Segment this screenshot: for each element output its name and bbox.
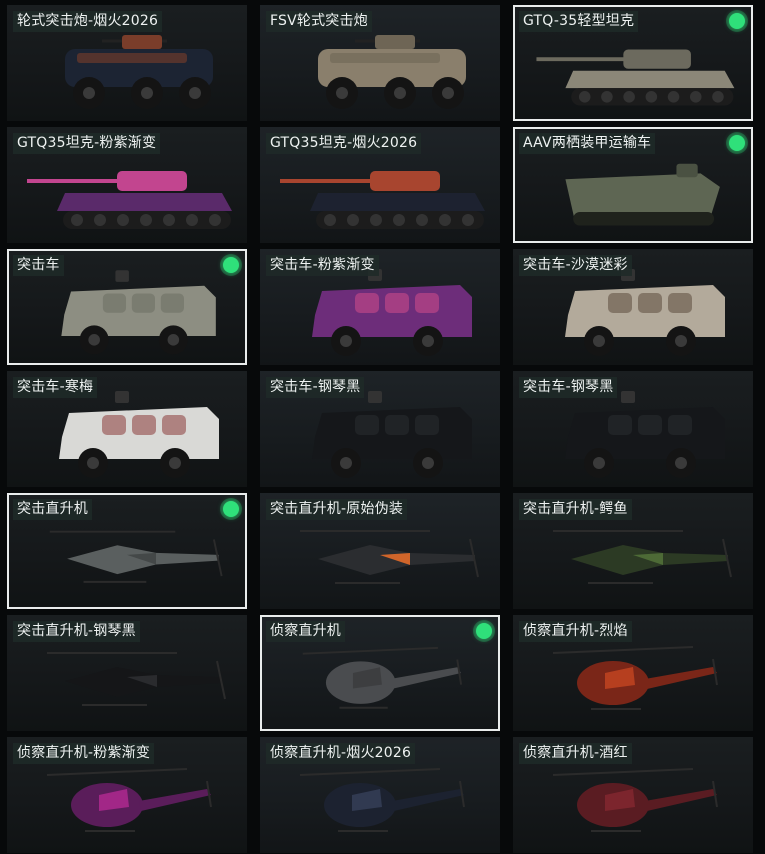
vehicle-card[interactable]: 突击直升机-原始伪装 [260, 493, 500, 609]
vehicle-card[interactable]: AAV两栖装甲运输车 [513, 127, 753, 243]
vehicle-card[interactable]: 突击直升机 [7, 493, 247, 609]
vehicle-card[interactable]: 突击车 [7, 249, 247, 365]
vehicle-card[interactable]: 突击直升机-鳄鱼 [513, 493, 753, 609]
vehicle-card[interactable]: GTQ35坦克-烟火2026 [260, 127, 500, 243]
vehicle-skin-grid: 轮式突击炮-烟火2026 FSV轮式突击炮 GTQ-35轻型坦克 GTQ35坦克-粉紫… [0, 0, 765, 854]
equipped-indicator-icon [476, 623, 492, 639]
equipped-indicator-icon [223, 501, 239, 517]
vehicle-card[interactable]: 侦察直升机-酒红 [513, 737, 753, 853]
vehicle-name: 突击车 [13, 255, 64, 276]
vehicle-card[interactable]: 侦察直升机-烈焰 [513, 615, 753, 731]
vehicle-name: 突击车-粉紫渐变 [266, 255, 379, 276]
vehicle-card[interactable]: GTQ-35轻型坦克 [513, 5, 753, 121]
vehicle-card[interactable]: 侦察直升机-烟火2026 [260, 737, 500, 853]
vehicle-card[interactable]: 突击车-沙漠迷彩 [513, 249, 753, 365]
vehicle-name: FSV轮式突击炮 [266, 11, 372, 32]
vehicle-name: GTQ35坦克-烟火2026 [266, 133, 422, 154]
vehicle-name: 突击车-钢琴黑 [519, 377, 618, 398]
vehicle-name: 突击直升机-原始伪装 [266, 499, 408, 520]
vehicle-name: 侦察直升机-烈焰 [519, 621, 632, 642]
vehicle-card[interactable]: 突击车-钢琴黑 [260, 371, 500, 487]
vehicle-name: 侦察直升机-酒红 [519, 743, 632, 764]
equipped-indicator-icon [223, 257, 239, 273]
vehicle-card[interactable]: 侦察直升机 [260, 615, 500, 731]
vehicle-card[interactable]: 侦察直升机-粉紫渐变 [7, 737, 247, 853]
vehicle-name: 突击直升机-鳄鱼 [519, 499, 632, 520]
vehicle-name: 突击直升机-钢琴黑 [13, 621, 140, 642]
vehicle-card[interactable]: 突击车-钢琴黑 [513, 371, 753, 487]
vehicle-name: 侦察直升机 [266, 621, 345, 642]
vehicle-name: 突击车-钢琴黑 [266, 377, 365, 398]
vehicle-card[interactable]: 突击直升机-钢琴黑 [7, 615, 247, 731]
vehicle-card[interactable]: GTQ35坦克-粉紫渐变 [7, 127, 247, 243]
vehicle-name: 轮式突击炮-烟火2026 [13, 11, 163, 32]
vehicle-name: 突击直升机 [13, 499, 92, 520]
vehicle-name: 侦察直升机-粉紫渐变 [13, 743, 155, 764]
vehicle-name: GTQ-35轻型坦克 [519, 11, 639, 32]
vehicle-card[interactable]: 突击车-寒梅 [7, 371, 247, 487]
equipped-indicator-icon [729, 13, 745, 29]
vehicle-name: 突击车-寒梅 [13, 377, 98, 398]
vehicle-name: 突击车-沙漠迷彩 [519, 255, 632, 276]
vehicle-card[interactable]: FSV轮式突击炮 [260, 5, 500, 121]
vehicle-name: 侦察直升机-烟火2026 [266, 743, 416, 764]
vehicle-name: GTQ35坦克-粉紫渐变 [13, 133, 161, 154]
vehicle-card[interactable]: 突击车-粉紫渐变 [260, 249, 500, 365]
vehicle-card[interactable]: 轮式突击炮-烟火2026 [7, 5, 247, 121]
vehicle-name: AAV两栖装甲运输车 [519, 133, 656, 154]
equipped-indicator-icon [729, 135, 745, 151]
